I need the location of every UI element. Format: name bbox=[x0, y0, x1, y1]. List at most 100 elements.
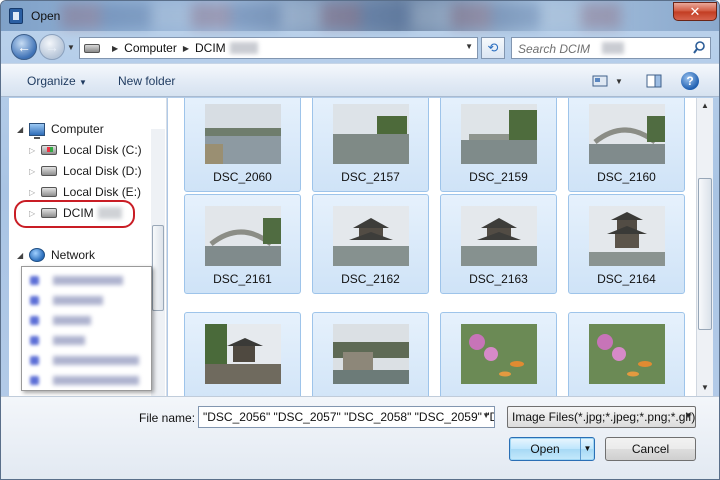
chevron-right-icon[interactable]: ▶ bbox=[183, 44, 189, 53]
file-thumbnail[interactable]: DSC_2157 bbox=[312, 98, 429, 192]
photo-thumbnail-image bbox=[589, 104, 665, 164]
file-name-caption: DSC_2163 bbox=[469, 272, 528, 286]
photo-thumbnail-image bbox=[205, 206, 281, 266]
recent-pages-dropdown[interactable]: ▼ bbox=[67, 43, 77, 53]
computer-icon bbox=[30, 315, 39, 325]
file-thumbnail[interactable]: DSC_2162 bbox=[312, 194, 429, 294]
file-name-caption: DSC_2157 bbox=[341, 170, 400, 184]
redacted-text bbox=[53, 355, 139, 365]
new-folder-button[interactable]: New folder bbox=[118, 74, 175, 88]
file-type-select[interactable]: Image Files(*.jpg;*.jpeg;*.png;*.gif) ▼ bbox=[507, 406, 696, 428]
network-icon bbox=[29, 248, 45, 262]
redacted-text bbox=[602, 42, 624, 54]
search-placeholder: Search DCIM bbox=[518, 42, 591, 56]
collapse-arrow-icon[interactable]: ▷ bbox=[29, 167, 41, 176]
chevron-down-icon[interactable]: ▼ bbox=[684, 411, 692, 420]
list-item[interactable] bbox=[30, 273, 123, 287]
photo-thumbnail-image bbox=[589, 324, 665, 384]
open-button[interactable]: Open ▼ bbox=[509, 437, 595, 461]
file-name-input[interactable]: "DSC_2056" "DSC_2057" "DSC_2058" "DSC_20… bbox=[198, 406, 495, 428]
file-thumbnail[interactable] bbox=[184, 312, 301, 396]
photo-thumbnail-image bbox=[333, 104, 409, 164]
photo-thumbnail-image bbox=[205, 104, 281, 164]
redacted-text bbox=[53, 275, 123, 285]
list-item[interactable] bbox=[30, 353, 139, 367]
scroll-up-icon[interactable]: ▲ bbox=[697, 98, 713, 114]
computer-icon bbox=[30, 375, 39, 385]
file-thumbnail[interactable]: DSC_2161 bbox=[184, 194, 301, 294]
content-scrollbar[interactable]: ▲ ▼ bbox=[696, 98, 713, 396]
expand-arrow-icon[interactable]: ◢ bbox=[17, 251, 29, 260]
photo-thumbnail-image bbox=[589, 206, 665, 266]
file-name-caption: DSC_2160 bbox=[597, 170, 656, 184]
collapse-arrow-icon[interactable]: ▷ bbox=[29, 188, 41, 197]
network-computers-list bbox=[21, 266, 152, 391]
photo-thumbnail-image bbox=[205, 324, 281, 384]
file-thumbnail[interactable]: DSC_2164 bbox=[568, 194, 685, 294]
breadcrumb-computer[interactable]: Computer bbox=[124, 41, 177, 55]
search-input[interactable]: Search DCIM bbox=[511, 37, 711, 59]
list-item[interactable] bbox=[30, 373, 139, 387]
file-thumbnail[interactable]: DSC_2060 bbox=[184, 98, 301, 192]
sidebar-item-label: Local Disk (E:) bbox=[63, 185, 142, 199]
sidebar-item-drive-e[interactable]: ▷ Local Disk (E:) bbox=[29, 183, 141, 201]
file-name-caption: DSC_2161 bbox=[213, 272, 272, 286]
photo-thumbnail-image bbox=[333, 324, 409, 384]
sidebar-item-label: Local Disk (C:) bbox=[63, 143, 142, 157]
address-bar[interactable]: ▶ Computer ▶ DCIM ▼ bbox=[79, 37, 478, 59]
file-thumbnail[interactable]: DSC_2163 bbox=[440, 194, 557, 294]
sidebar-item-drive-c[interactable]: ▷ Local Disk (C:) bbox=[29, 141, 142, 159]
scrollbar-thumb[interactable] bbox=[152, 225, 164, 311]
photo-thumbnail-image bbox=[461, 324, 537, 384]
scrollbar-thumb[interactable] bbox=[698, 178, 712, 330]
forward-button[interactable]: → bbox=[39, 34, 65, 60]
back-button[interactable]: ← bbox=[11, 34, 37, 60]
sidebar-item-network[interactable]: ◢ Network bbox=[17, 246, 95, 264]
list-item[interactable] bbox=[30, 293, 103, 307]
file-thumbnail[interactable] bbox=[312, 312, 429, 396]
organize-button[interactable]: Organize ▼ bbox=[27, 74, 87, 88]
file-thumbnail-grid: DSC_2060 DSC_2157 DSC_2159 DSC_2160 DSC_2161… bbox=[168, 98, 696, 396]
system-drive-icon bbox=[41, 145, 57, 155]
collapse-arrow-icon[interactable]: ▷ bbox=[29, 146, 41, 155]
chevron-down-icon[interactable]: ▼ bbox=[482, 411, 490, 420]
view-options-dropdown[interactable]: ▼ bbox=[615, 77, 623, 86]
sidebar-item-drive-d[interactable]: ▷ Local Disk (D:) bbox=[29, 162, 142, 180]
computer-icon bbox=[30, 355, 39, 365]
file-name-caption: DSC_2162 bbox=[341, 272, 400, 286]
drive-icon bbox=[41, 187, 57, 197]
file-name-value: "DSC_2056" "DSC_2057" "DSC_2058" "DSC_20… bbox=[203, 410, 494, 424]
annotation-highlight-ring bbox=[14, 200, 135, 228]
help-icon[interactable]: ? bbox=[681, 72, 699, 90]
file-thumbnail[interactable]: DSC_2159 bbox=[440, 98, 557, 192]
file-thumbnail[interactable]: DSC_2160 bbox=[568, 98, 685, 192]
address-dropdown-icon[interactable]: ▼ bbox=[465, 42, 473, 51]
file-name-caption: DSC_2060 bbox=[213, 170, 272, 184]
redacted-text bbox=[229, 42, 258, 54]
drive-icon bbox=[84, 43, 100, 53]
cancel-button[interactable]: Cancel bbox=[605, 437, 696, 461]
close-button[interactable]: ✕ bbox=[673, 2, 717, 21]
redacted-text bbox=[53, 375, 139, 385]
refresh-button[interactable]: ⟲ bbox=[481, 37, 505, 59]
expand-arrow-icon[interactable]: ◢ bbox=[17, 125, 29, 134]
list-item[interactable] bbox=[30, 313, 91, 327]
file-thumbnail[interactable] bbox=[440, 312, 557, 396]
title-bar: Open ✕ bbox=[1, 1, 719, 31]
list-item[interactable] bbox=[30, 333, 85, 347]
change-view-icon[interactable] bbox=[592, 72, 608, 90]
file-name-caption: DSC_2159 bbox=[469, 170, 528, 184]
file-selection-bar: File name: "DSC_2056" "DSC_2057" "DSC_20… bbox=[1, 396, 719, 479]
sidebar-item-computer[interactable]: ◢ Computer bbox=[17, 120, 104, 139]
navigation-scrollbar[interactable] bbox=[151, 129, 165, 397]
chevron-down-icon: ▼ bbox=[79, 78, 87, 87]
preview-pane-icon[interactable] bbox=[646, 72, 662, 90]
breadcrumb-dcim[interactable]: DCIM bbox=[195, 41, 226, 55]
scroll-down-icon[interactable]: ▼ bbox=[697, 380, 713, 396]
file-thumbnail[interactable] bbox=[568, 312, 685, 396]
open-options-dropdown[interactable]: ▼ bbox=[580, 438, 594, 460]
computer-icon bbox=[29, 122, 45, 139]
file-name-caption: DSC_2164 bbox=[597, 272, 656, 286]
search-icon[interactable] bbox=[693, 41, 705, 55]
chevron-right-icon[interactable]: ▶ bbox=[112, 44, 118, 53]
